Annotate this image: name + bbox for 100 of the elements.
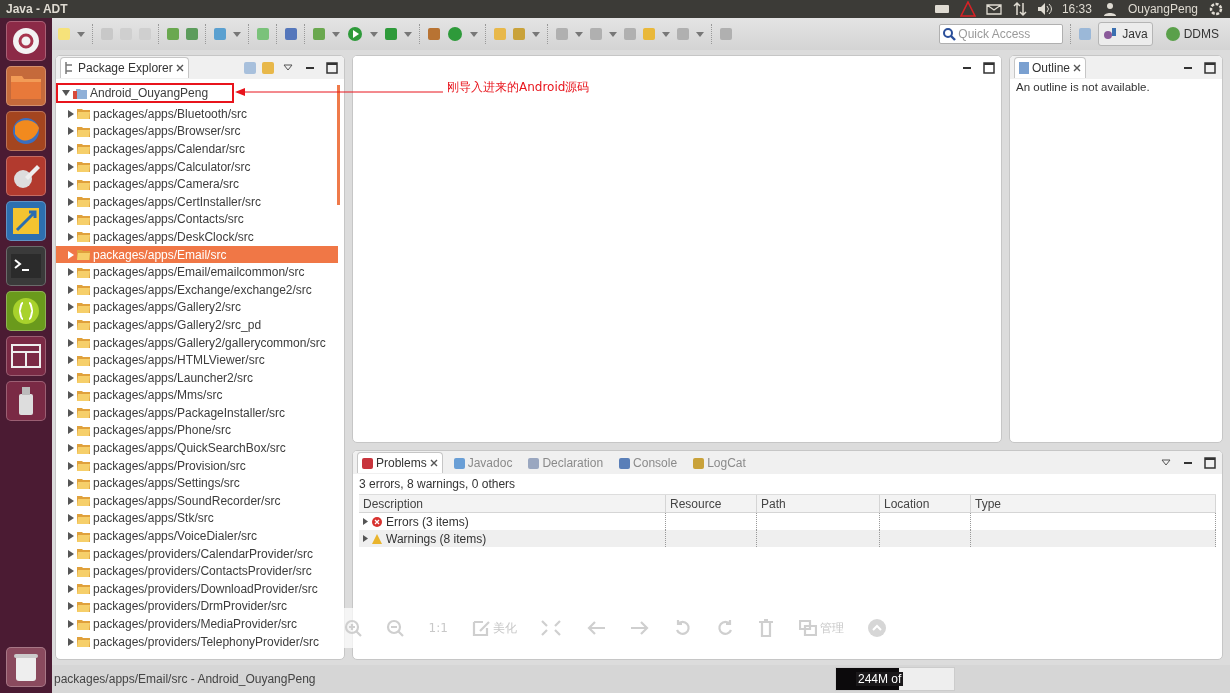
perspective-button[interactable]: Java (1098, 22, 1153, 46)
package-folder-icon (77, 143, 90, 155)
tree-item[interactable]: packages/apps/Mms/src (56, 386, 338, 405)
tree-item[interactable]: packages/apps/CertInstaller/src (56, 192, 338, 211)
tab-icon (528, 457, 540, 469)
android-project-icon (73, 86, 87, 100)
launcher-tile[interactable] (6, 111, 46, 151)
close-icon[interactable] (1073, 64, 1082, 72)
launcher-tile[interactable] (6, 156, 46, 196)
package-folder-icon (77, 231, 90, 243)
tree-item[interactable]: packages/providers/CalendarProvider/src (56, 544, 338, 563)
view-tab[interactable]: Outline (1014, 57, 1087, 78)
tree-item[interactable]: packages/apps/Calculator/src (56, 157, 338, 176)
tree-item[interactable]: packages/providers/DownloadProvider/src (56, 580, 338, 598)
dropdown-caret-icon[interactable] (609, 31, 617, 37)
expand-arrow-icon[interactable] (68, 620, 74, 628)
tree-item[interactable]: packages/providers/TelephonyProvider/src (56, 632, 338, 651)
braces-icon (11, 296, 41, 326)
maximize-icon[interactable] (1202, 59, 1218, 76)
maximize-icon[interactable] (981, 59, 997, 76)
dropdown-caret-icon[interactable] (662, 31, 670, 37)
package-folder-icon (77, 407, 90, 419)
outline-message: An outline is not available. (1015, 80, 1151, 95)
dropdown-caret-icon[interactable] (470, 31, 478, 37)
launcher-tile[interactable] (6, 647, 46, 687)
expand-arrow-icon[interactable] (363, 518, 368, 525)
tree-item[interactable]: packages/apps/PackageInstaller/src (56, 404, 338, 422)
tree-item[interactable]: packages/apps/Gallery2/src_pd (56, 316, 338, 334)
tree-item[interactable]: packages/apps/Stk/src (56, 509, 338, 528)
maximize-icon[interactable] (324, 59, 340, 76)
heap-status: 244M of (835, 667, 955, 691)
tree-item[interactable]: packages/apps/Provision/src (56, 456, 338, 475)
package-folder-icon (77, 108, 90, 120)
tree-item[interactable]: packages/apps/Gallery2/src (56, 298, 338, 317)
column-header[interactable]: Type (971, 495, 1216, 513)
tree-item[interactable]: packages/apps/Camera/src (56, 175, 338, 193)
launcher-tile[interactable] (6, 21, 46, 61)
package-folder-icon (77, 125, 90, 137)
speaker-icon[interactable] (1037, 3, 1052, 15)
launcher-tile[interactable] (6, 66, 46, 106)
scrollbar-thumb[interactable] (337, 85, 340, 205)
launcher-tile[interactable] (6, 291, 46, 331)
expand-arrow-icon[interactable] (62, 90, 70, 96)
launcher-tile[interactable] (6, 381, 46, 421)
tree-item[interactable]: Android_OuyangPeng (56, 83, 234, 103)
quick-access-field[interactable]: Quick Access (939, 24, 1064, 44)
dropdown-caret-icon[interactable] (332, 31, 340, 37)
tree-item[interactable]: packages/apps/Bluetooth/src (56, 105, 338, 123)
error-icon (372, 516, 382, 527)
tree-item[interactable]: packages/apps/Email/emailcommon/src (56, 263, 338, 281)
warning-icon (372, 533, 382, 544)
package-folder-icon (77, 301, 90, 313)
tree-item[interactable]: packages/providers/ContactsProvider/src (56, 562, 338, 581)
launcher-tile[interactable] (6, 336, 46, 376)
tree-item[interactable]: packages/apps/DeskClock/src (56, 228, 338, 246)
package-folder-icon (77, 425, 90, 436)
launcher-tile[interactable] (6, 201, 46, 241)
tree-item[interactable]: packages/apps/Phone/src (56, 421, 338, 440)
tree-item[interactable]: packages/apps/Exchange/exchange2/src (56, 280, 338, 299)
annotation-note: 刚导入进来的Android源码 (447, 79, 590, 96)
play-icon[interactable] (347, 26, 363, 42)
tree-item[interactable]: packages/apps/Browser/src (56, 122, 338, 141)
tree-item[interactable]: packages/apps/Contacts/src (56, 210, 338, 229)
envelope-icon (985, 1, 1002, 17)
view-tab[interactable]: Package Explorer (60, 57, 189, 78)
close-icon[interactable] (429, 459, 438, 467)
expand-arrow-icon[interactable] (363, 535, 368, 542)
perspective-button[interactable]: DDMS (1159, 22, 1224, 46)
tree-item[interactable]: packages/providers/MediaProvider/src (56, 615, 338, 633)
package-folder-icon (77, 372, 90, 384)
column-header[interactable]: Description (359, 495, 666, 513)
tree-item[interactable]: packages/apps/SoundRecorder/src (56, 492, 338, 510)
dropdown-caret-icon[interactable] (77, 31, 85, 37)
tree-item[interactable]: packages/apps/Settings/src (56, 474, 338, 493)
dropdown-caret-icon[interactable] (575, 31, 583, 37)
tree-item[interactable]: packages/apps/HTMLViewer/src (56, 351, 338, 369)
window-title: Java - ADT (6, 2, 69, 16)
maximize-icon[interactable] (1202, 454, 1218, 471)
window-icon (11, 344, 41, 368)
dropdown-caret-icon[interactable] (532, 31, 540, 37)
column-header[interactable]: Resource (666, 495, 757, 513)
dropdown-caret-icon[interactable] (370, 31, 378, 37)
package-folder-icon (77, 249, 90, 261)
dropdown-caret-icon[interactable] (233, 31, 241, 37)
package-folder-icon (77, 196, 90, 208)
column-header[interactable]: Path (757, 495, 880, 513)
tree-item[interactable]: packages/apps/Calendar/src (56, 140, 338, 158)
dropdown-caret-icon[interactable] (404, 31, 412, 37)
close-icon[interactable] (175, 64, 184, 72)
view-tab[interactable]: Problems (357, 452, 443, 473)
tree-item[interactable]: packages/apps/Launcher2/src (56, 368, 338, 387)
column-header[interactable]: Location (880, 495, 971, 513)
expand-arrow-icon[interactable] (68, 145, 74, 153)
launcher-tile[interactable] (6, 246, 46, 286)
tree-item[interactable]: packages/apps/Gallery2/gallerycommon/src (56, 333, 338, 352)
tree-item[interactable]: packages/apps/QuickSearchBox/src (56, 439, 338, 457)
tree-item[interactable]: packages/providers/DrmProvider/src (56, 597, 338, 616)
dropdown-caret-icon[interactable] (696, 31, 704, 37)
package-folder-icon (77, 354, 90, 366)
tree-item[interactable]: packages/apps/VoiceDialer/src (56, 527, 338, 545)
